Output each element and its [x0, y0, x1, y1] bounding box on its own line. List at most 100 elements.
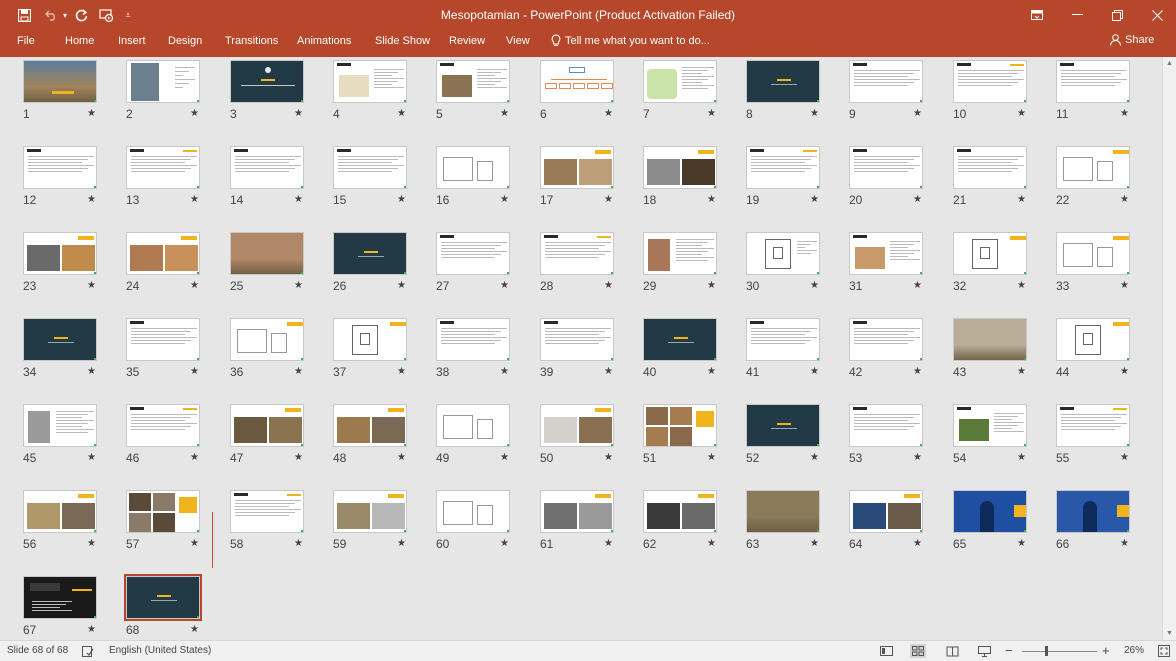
slide-preview[interactable]: [1056, 404, 1130, 447]
animation-star-icon[interactable]: ★: [1017, 366, 1026, 377]
slide-preview[interactable]: [540, 318, 614, 361]
slide-thumbnail-66[interactable]: 66 ★: [1056, 490, 1156, 572]
slide-preview[interactable]: [849, 232, 923, 275]
animation-star-icon[interactable]: ★: [1017, 280, 1026, 291]
tab-animations[interactable]: Animations: [297, 35, 351, 47]
normal-view-icon[interactable]: [878, 644, 894, 658]
animation-star-icon[interactable]: ★: [810, 366, 819, 377]
tab-file[interactable]: File: [17, 35, 35, 47]
tab-transitions[interactable]: Transitions: [225, 35, 278, 47]
animation-star-icon[interactable]: ★: [87, 194, 96, 205]
slide-thumbnail-31[interactable]: 31 ★: [849, 232, 949, 314]
slide-thumbnail-17[interactable]: 17 ★: [540, 146, 640, 228]
slide-preview[interactable]: [333, 232, 407, 275]
tell-me-box[interactable]: Tell me what you want to do...: [551, 34, 710, 47]
slide-thumbnail-3[interactable]: 3 ★: [230, 60, 330, 142]
animation-star-icon[interactable]: ★: [1017, 452, 1026, 463]
slide-preview[interactable]: [849, 146, 923, 189]
slide-preview[interactable]: [746, 232, 820, 275]
slide-thumbnail-44[interactable]: 44 ★: [1056, 318, 1156, 400]
tab-review[interactable]: Review: [449, 35, 485, 47]
animation-star-icon[interactable]: ★: [1017, 538, 1026, 549]
slide-preview[interactable]: [643, 232, 717, 275]
slide-thumbnail-4[interactable]: 4 ★: [333, 60, 433, 142]
fit-to-window-icon[interactable]: [1156, 644, 1172, 658]
slide-thumbnail-15[interactable]: 15 ★: [333, 146, 433, 228]
slide-preview[interactable]: [540, 490, 614, 533]
slide-thumbnail-10[interactable]: 10 ★: [953, 60, 1053, 142]
slide-preview[interactable]: [436, 232, 510, 275]
slide-thumbnail-58[interactable]: 58 ★: [230, 490, 330, 572]
slide-preview[interactable]: [746, 490, 820, 533]
animation-star-icon[interactable]: ★: [294, 452, 303, 463]
slide-thumbnail-23[interactable]: 23 ★: [23, 232, 123, 314]
slide-preview[interactable]: [126, 146, 200, 189]
slide-thumbnail-25[interactable]: 25 ★: [230, 232, 330, 314]
slide-preview[interactable]: [953, 404, 1027, 447]
zoom-in-button[interactable]: +: [1102, 643, 1110, 658]
slide-thumbnail-33[interactable]: 33 ★: [1056, 232, 1156, 314]
slide-thumbnail-28[interactable]: 28 ★: [540, 232, 640, 314]
slide-thumbnail-27[interactable]: 27 ★: [436, 232, 536, 314]
animation-star-icon[interactable]: ★: [294, 194, 303, 205]
slide-preview[interactable]: [23, 146, 97, 189]
slide-thumbnail-13[interactable]: 13 ★: [126, 146, 226, 228]
slide-preview[interactable]: [230, 60, 304, 103]
slide-preview[interactable]: [540, 60, 614, 103]
animation-star-icon[interactable]: ★: [707, 108, 716, 119]
slide-preview[interactable]: [436, 318, 510, 361]
slide-preview[interactable]: [23, 490, 97, 533]
slide-thumbnail-37[interactable]: 37 ★: [333, 318, 433, 400]
animation-star-icon[interactable]: ★: [500, 280, 509, 291]
slide-preview[interactable]: [953, 232, 1027, 275]
slide-thumbnail-62[interactable]: 62 ★: [643, 490, 743, 572]
animation-star-icon[interactable]: ★: [913, 280, 922, 291]
animation-star-icon[interactable]: ★: [1017, 108, 1026, 119]
slide-thumbnail-11[interactable]: 11 ★: [1056, 60, 1156, 142]
slide-preview[interactable]: [126, 232, 200, 275]
slide-preview[interactable]: [746, 146, 820, 189]
slide-preview[interactable]: [333, 146, 407, 189]
slide-preview[interactable]: [953, 318, 1027, 361]
slide-preview[interactable]: [953, 146, 1027, 189]
animation-star-icon[interactable]: ★: [1120, 194, 1129, 205]
animation-star-icon[interactable]: ★: [810, 108, 819, 119]
animation-star-icon[interactable]: ★: [87, 624, 96, 635]
minimize-icon[interactable]: [1062, 4, 1092, 26]
animation-star-icon[interactable]: ★: [294, 108, 303, 119]
animation-star-icon[interactable]: ★: [604, 194, 613, 205]
slide-thumbnail-18[interactable]: 18 ★: [643, 146, 743, 228]
animation-star-icon[interactable]: ★: [397, 194, 406, 205]
slide-preview[interactable]: [23, 232, 97, 275]
reading-view-icon[interactable]: [944, 644, 960, 658]
spelling-check-icon[interactable]: [80, 644, 96, 658]
animation-star-icon[interactable]: ★: [604, 108, 613, 119]
slide-thumbnail-8[interactable]: 8 ★: [746, 60, 846, 142]
zoom-level[interactable]: 26%: [1124, 645, 1144, 656]
slide-thumbnail-42[interactable]: 42 ★: [849, 318, 949, 400]
slide-preview[interactable]: [230, 232, 304, 275]
slide-thumbnail-29[interactable]: 29 ★: [643, 232, 743, 314]
slide-preview[interactable]: [1056, 146, 1130, 189]
slide-preview[interactable]: [540, 404, 614, 447]
slide-preview[interactable]: [126, 60, 200, 103]
slide-preview[interactable]: [333, 318, 407, 361]
slide-thumbnail-67[interactable]: 67 ★: [23, 576, 123, 640]
slide-thumbnail-35[interactable]: 35 ★: [126, 318, 226, 400]
slide-preview[interactable]: [126, 490, 200, 533]
slide-preview[interactable]: [643, 490, 717, 533]
slide-thumbnail-36[interactable]: 36 ★: [230, 318, 330, 400]
slide-thumbnail-56[interactable]: 56 ★: [23, 490, 123, 572]
animation-star-icon[interactable]: ★: [707, 366, 716, 377]
slide-thumbnail-47[interactable]: 47 ★: [230, 404, 330, 486]
slide-thumbnail-20[interactable]: 20 ★: [849, 146, 949, 228]
animation-star-icon[interactable]: ★: [913, 452, 922, 463]
animation-star-icon[interactable]: ★: [707, 452, 716, 463]
slide-preview[interactable]: [540, 232, 614, 275]
zoom-out-button[interactable]: −: [1005, 643, 1013, 658]
animation-star-icon[interactable]: ★: [604, 280, 613, 291]
animation-star-icon[interactable]: ★: [500, 108, 509, 119]
slide-thumbnail-60[interactable]: 60 ★: [436, 490, 536, 572]
slide-thumbnail-2[interactable]: 2 ★: [126, 60, 226, 142]
slide-thumbnail-49[interactable]: 49 ★: [436, 404, 536, 486]
